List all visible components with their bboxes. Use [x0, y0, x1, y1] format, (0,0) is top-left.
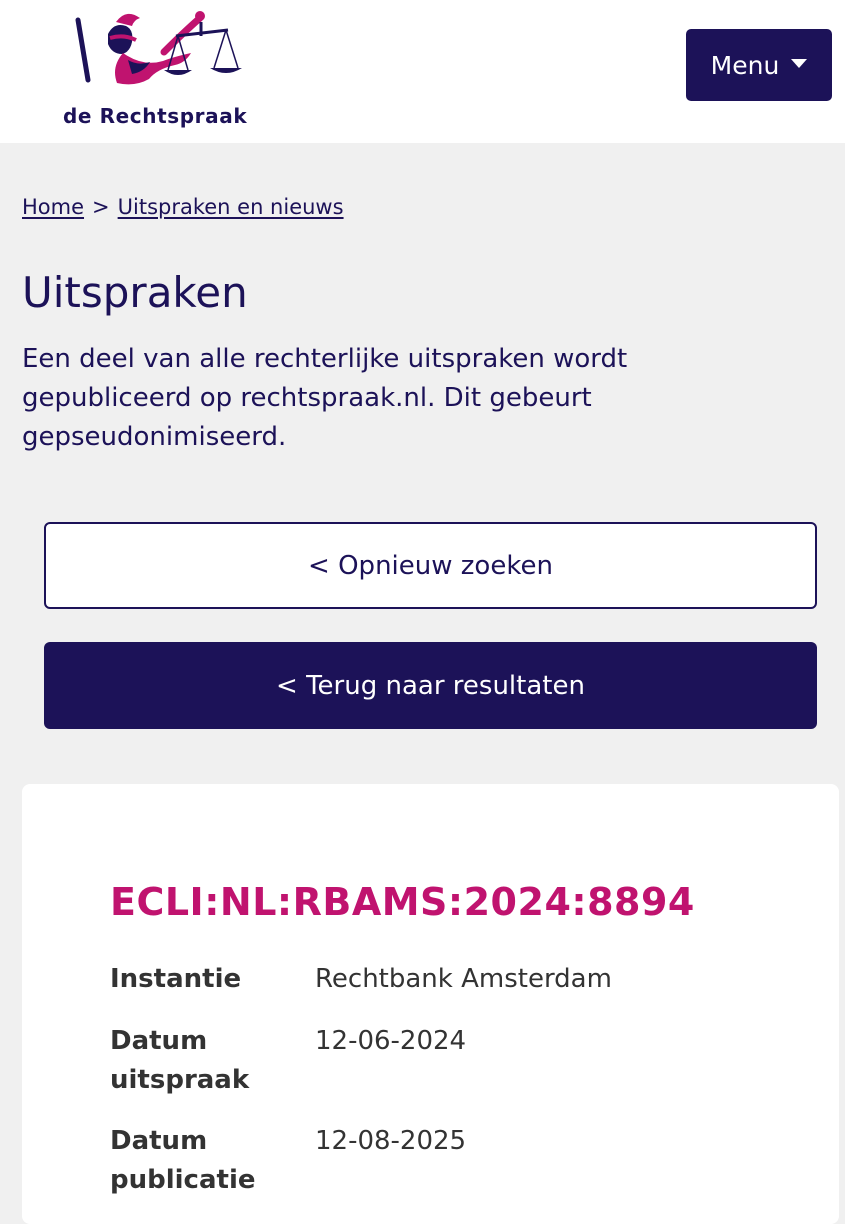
lady-justice-icon — [75, 11, 242, 85]
logo-wordmark: de Rechtspraak — [63, 104, 248, 128]
field-label-datum-uitspraak: Datum uitspraak — [110, 1026, 250, 1095]
menu-button[interactable]: Menu — [686, 29, 832, 101]
menu-button-label: Menu — [710, 50, 780, 80]
breadcrumb-home-link[interactable]: Home — [22, 195, 84, 219]
field-label-instantie: Instantie — [110, 964, 242, 994]
back-to-results-button[interactable]: < Terug naar resultaten — [44, 642, 817, 729]
breadcrumb: Home > Uitspraken en nieuws — [22, 195, 344, 219]
field-value-instantie: Rechtbank Amsterdam — [315, 964, 612, 994]
ruling-card: ECLI:NL:RBAMS:2024:8894 Instantie Rechtb… — [22, 784, 839, 1224]
breadcrumb-uitspraken-link[interactable]: Uitspraken en nieuws — [118, 195, 344, 219]
field-label-datum-publicatie: Datum publicatie — [110, 1126, 256, 1195]
field-value-datum-publicatie: 12-08-2025 — [315, 1126, 467, 1156]
ecli-identifier: ECLI:NL:RBAMS:2024:8894 — [110, 880, 695, 924]
breadcrumb-separator: > — [92, 195, 110, 219]
page-intro: Een deel van alle rechterlijke uitsprake… — [22, 344, 628, 452]
rechtspraak-logo[interactable]: de Rechtspraak — [60, 8, 260, 128]
caret-down-icon — [791, 58, 808, 68]
page-title: Uitspraken — [22, 268, 248, 317]
field-value-datum-uitspraak: 12-06-2024 — [315, 1026, 467, 1056]
site-header: de Rechtspraak Menu — [0, 0, 845, 143]
search-again-button[interactable]: < Opnieuw zoeken — [44, 522, 817, 609]
